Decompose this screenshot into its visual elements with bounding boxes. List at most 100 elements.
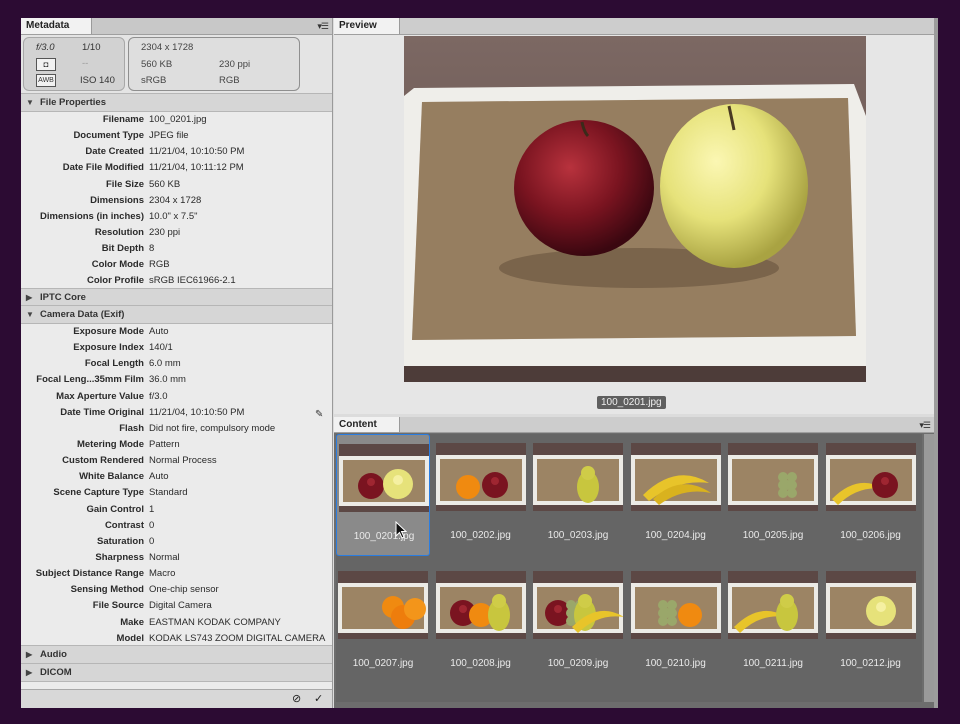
thumbnail-image[interactable] [630, 571, 721, 639]
metadata-value: EASTMAN KODAK COMPANY [149, 616, 281, 628]
fruit-photo [533, 571, 623, 639]
disclosure-closed-icon: ▶ [26, 668, 33, 677]
thumbnail-item[interactable]: 100_0203.jpg [531, 434, 625, 556]
thumbnail-item[interactable]: 100_0212.jpg [824, 562, 918, 684]
section-camera-data[interactable]: ▼ Camera Data (Exif) [21, 305, 332, 324]
thumbnail-image[interactable] [339, 444, 429, 512]
metadata-row: Bit Depth 8 [21, 241, 332, 257]
thumbnail-item[interactable]: 100_0205.jpg [726, 434, 820, 556]
apply-check-icon[interactable]: ✓ [314, 692, 323, 705]
section-title: DICOM [40, 667, 72, 678]
panel-menu-icon[interactable]: ▾☰ [919, 420, 931, 431]
thumbnail-item[interactable]: 100_0209.jpg [531, 562, 625, 684]
exposure-comp-value: -- [82, 58, 89, 69]
metadata-row: Sensing Method One-chip sensor [21, 582, 332, 598]
metadata-value: Did not fire, compulsory mode [149, 422, 276, 434]
content-tabbar: Content ▾☰ [334, 417, 934, 433]
metadata-row: File Source Digital Camera [21, 598, 332, 614]
metadata-value: Auto [149, 326, 169, 337]
metadata-value: 11/21/04, 10:11:12 PM [149, 162, 244, 174]
content-scrollbar[interactable] [924, 434, 934, 702]
tab-metadata[interactable]: Metadata [21, 18, 93, 34]
metadata-row: Date Created 11/21/04, 10:10:50 PM [21, 144, 332, 160]
metadata-label: Color Profile [86, 275, 144, 287]
section-file-properties[interactable]: ▼ File Properties [21, 93, 332, 112]
thumbnail-image[interactable] [533, 443, 623, 511]
thumbnail-image[interactable] [533, 571, 623, 639]
thumbnail-image[interactable] [630, 443, 721, 511]
thumbnail-filename: 100_0208.jpg [450, 658, 511, 669]
metadata-row: Resolution 230 ppi [21, 225, 332, 241]
thumbnail-image[interactable] [728, 443, 818, 511]
thumbnail-filename: 100_0211.jpg [743, 658, 803, 669]
metadata-row: Custom Rendered Normal Process [21, 453, 332, 469]
thumbnail-item[interactable]: 100_0207.jpg [336, 562, 430, 684]
thumbnail-image[interactable] [825, 571, 916, 639]
thumbnail-item[interactable]: 100_0208.jpg [434, 562, 528, 684]
thumbnail-image[interactable] [728, 571, 818, 639]
fruit-photo [728, 443, 818, 511]
metadata-row: Max Aperture Value f/3.0 [21, 389, 332, 405]
metadata-value: Normal [149, 551, 180, 563]
thumbnail-item[interactable]: 100_0206.jpg [824, 434, 918, 556]
metadata-row: Saturation 0 [21, 534, 332, 550]
metadata-label: Bit Depth [101, 243, 144, 255]
thumbnail-image[interactable] [825, 443, 916, 511]
thumbnail-filename: 100_0210.jpg [645, 658, 706, 669]
thumbnail-item[interactable]: 100_0204.jpg [629, 434, 723, 556]
disclosure-open-icon: ▼ [26, 310, 34, 319]
summary-resolution: 230 ppi [219, 59, 251, 70]
tab-preview[interactable]: Preview [334, 18, 400, 34]
metadata-row: Filename 100_0201.jpg [21, 112, 332, 128]
metadata-label: Color Mode [91, 259, 144, 271]
metadata-label: Dimensions [90, 194, 144, 206]
metadata-label: Date Created [85, 146, 144, 158]
metadata-row: Metering Mode Pattern [21, 437, 332, 453]
section-audio[interactable]: ▶ Audio [21, 645, 332, 664]
thumbnail-image[interactable] [435, 571, 526, 639]
thumbnail-item[interactable]: 100_0201.jpg [336, 434, 430, 556]
panel-menu-icon[interactable]: ▾☰ [317, 21, 329, 32]
metadata-value: 11/21/04, 10:10:50 PM [149, 146, 245, 158]
mouse-pointer-icon [395, 521, 407, 539]
metadata-value: 230 ppi [149, 226, 181, 238]
apples-photo [404, 36, 866, 382]
thumbnail-item[interactable]: 100_0210.jpg [629, 562, 723, 684]
thumbnail-item[interactable]: 100_0202.jpg [434, 434, 528, 556]
metadata-row: File Size 560 KB [21, 177, 332, 193]
metering-icon: ◘ [36, 58, 56, 71]
bridge-window: Metadata ▾☰ f/3.0 1/10 ◘ -- AWB ISO 140 … [21, 18, 938, 708]
thumbnail-filename: 100_0204.jpg [645, 530, 706, 541]
metadata-row: Contrast 0 [21, 518, 332, 534]
thumbnail-image[interactable] [435, 443, 526, 511]
thumbnail-filename: 100_0209.jpg [547, 658, 609, 669]
metadata-label: White Balance [79, 471, 144, 483]
metadata-row: Dimensions 2304 x 1728 [21, 193, 332, 209]
metadata-label: Sensing Method [70, 584, 144, 596]
metadata-value: 2304 x 1728 [149, 194, 202, 206]
preview-image[interactable] [404, 36, 866, 382]
white-balance-icon: AWB [36, 74, 56, 87]
fruit-photo [435, 443, 526, 511]
shutter-value: 1/10 [82, 42, 101, 53]
content-panel: Content ▾☰ 100_0201.jpg 100_0202.jpg 100_0… [334, 417, 934, 708]
preview-caption: 100_0201.jpg [597, 396, 666, 409]
metadata-label: Scene Capture Type [53, 487, 144, 499]
fruit-photo [533, 443, 623, 511]
metadata-value: 560 KB [149, 178, 181, 190]
metadata-row: Document Type JPEG file [21, 128, 332, 144]
section-dicom[interactable]: ▶ DICOM [21, 663, 332, 682]
disclosure-closed-icon: ▶ [26, 293, 33, 302]
metadata-label: Document Type [73, 130, 144, 142]
thumbnail-filename: 100_0203.jpg [547, 530, 609, 541]
summary-color-mode: RGB [219, 75, 240, 86]
window-edge [934, 18, 938, 708]
metadata-row: Scene Capture Type Standard [21, 485, 332, 501]
metadata-value: f/3.0 [149, 390, 168, 402]
thumbnail-image[interactable] [338, 571, 428, 639]
cancel-icon[interactable]: ⊘ [292, 692, 301, 705]
fruit-photo [339, 444, 429, 512]
thumbnail-item[interactable]: 100_0211.jpg [726, 562, 820, 684]
thumbnail-filename: 100_0205.jpg [742, 530, 804, 541]
tab-content[interactable]: Content [334, 417, 400, 432]
